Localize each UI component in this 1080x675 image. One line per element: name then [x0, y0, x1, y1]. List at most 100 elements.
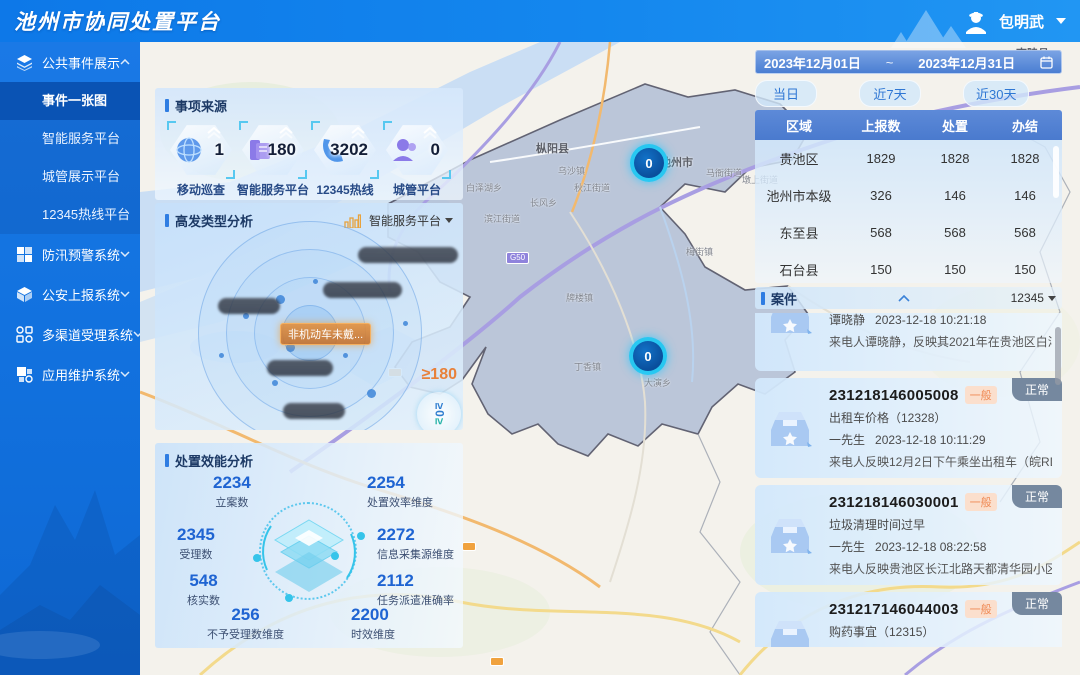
page-title: 池州市协同处置平台: [14, 6, 221, 36]
type-panel-title: 高发类型分析: [165, 211, 253, 230]
case-card[interactable]: 正常 231217146044003 一般 购药事宜（12315）: [755, 592, 1062, 647]
case-description: 来电人谭晓静，反映其2021年在贵池区白洋...: [829, 333, 1052, 350]
circle-node: [285, 594, 293, 602]
map-label: 梅街镇: [686, 245, 713, 258]
cube-icon: [16, 286, 33, 303]
road-badge-g50: G50: [506, 252, 529, 264]
case-title: 垃圾清理时间过早: [829, 516, 1052, 533]
table-scrollbar[interactable]: [1053, 146, 1059, 198]
case-box-icon: [767, 617, 813, 647]
table-row[interactable]: 贵池区1829 18281828: [755, 140, 1062, 177]
eff-stat-verified: 548核实数: [187, 571, 220, 608]
sidebar-submenu: 事件一张图 智能服务平台 城管展示平台 12345热线平台: [0, 82, 140, 234]
mountain-decoration: [0, 445, 140, 675]
case-box-icon: [767, 408, 813, 448]
case-card[interactable]: 正常 231218146030001 一般 垃圾清理时间过早 一先生2023-1…: [755, 485, 1062, 585]
case-id: 231217146044003: [829, 601, 959, 618]
bubble-point: [313, 279, 318, 284]
user-name[interactable]: 包明武: [999, 11, 1044, 32]
map-label: 牌楼镇: [566, 291, 593, 304]
table-row[interactable]: 石台县150 150150: [755, 251, 1062, 283]
case-reporter: 谭晓静: [829, 313, 865, 327]
quick-filter-30days[interactable]: 近30天: [963, 80, 1029, 107]
eff-stat-filed: 2234立案数: [213, 473, 251, 510]
sidebar-group-public-events[interactable]: 公共事件展示: [0, 42, 140, 82]
sidebar-group-app-maintenance[interactable]: 应用维护系统: [0, 354, 140, 394]
map-label: 丁香镇: [574, 360, 601, 373]
col-header-closed: 办结: [991, 116, 1059, 135]
sidebar-group-flood-warning[interactable]: 防汛预警系统: [0, 234, 140, 274]
region-stats-table[interactable]: 区域 上报数 处置 办结 贵池区1829 18281828 池州市本级326 1…: [755, 110, 1062, 283]
user-menu-caret-icon[interactable]: [1056, 18, 1066, 24]
map-label: 乌沙镇: [558, 164, 585, 177]
sidebar-nav: 公共事件展示 事件一张图 智能服务平台 城管展示平台 12345热线平台 防汛预…: [0, 42, 140, 675]
channels-icon: [16, 326, 33, 343]
map-label: 大演乡: [644, 376, 671, 389]
calendar-icon[interactable]: [1040, 56, 1053, 69]
cases-scrollbar[interactable]: [1055, 327, 1061, 385]
redacted-type-label: [267, 360, 333, 376]
col-header-reported: 上报数: [843, 116, 919, 135]
app-header: 池州市协同处置平台 包明武: [0, 0, 1080, 42]
date-separator: ~: [886, 55, 894, 70]
type-analysis-panel: 高发类型分析 智能服务平台 非机动车未戴... ≥180 ≥0≥: [155, 203, 463, 430]
diamond-stack-icon: [249, 492, 369, 612]
cases-list[interactable]: 驾校退费（12328） 谭晓静2023-12-18 10:21:18 来电人谭晓…: [755, 313, 1062, 647]
legend-scale-circle: ≥0≥: [417, 392, 461, 430]
cases-panel: 案件 12345 驾校退费（12328） 谭晓静2023-12-18 10:21…: [755, 287, 1062, 647]
case-card[interactable]: 驾校退费（12328） 谭晓静2023-12-18 10:21:18 来电人谭晓…: [755, 313, 1062, 371]
quick-filter-7days[interactable]: 近7天: [859, 80, 921, 107]
type-source-dropdown[interactable]: 智能服务平台: [369, 212, 453, 229]
dropdown-caret-icon: [1048, 296, 1056, 301]
date-range-bar[interactable]: 2023年12月01日 ~ 2023年12月31日: [755, 50, 1062, 74]
case-time: 2023-12-18 10:21:18: [875, 313, 986, 327]
sidebar-group-police-report[interactable]: 公安上报系统: [0, 274, 140, 314]
table-row[interactable]: 东至县568 568568: [755, 214, 1062, 251]
map-label: 长风乡: [530, 196, 557, 209]
case-level-badge: 一般: [965, 493, 997, 511]
up-chevrons-icon: [422, 127, 438, 139]
dropdown-caret-icon: [445, 218, 453, 223]
quick-filter-today[interactable]: 当日: [755, 80, 817, 107]
case-status-badge: 正常: [1012, 485, 1062, 508]
case-box-icon: [767, 313, 813, 335]
bubble-point: [343, 353, 348, 358]
map-cluster-marker[interactable]: 0: [629, 337, 667, 375]
cases-source-dropdown[interactable]: 12345: [1011, 291, 1056, 305]
col-header-region: 区域: [755, 116, 843, 135]
sidebar-item-smart-service[interactable]: 智能服务平台: [0, 120, 140, 158]
table-row[interactable]: 池州市本级326 146146: [755, 177, 1062, 214]
case-description: 来电人反映贵池区长江北路天都清华园小区4...: [829, 560, 1052, 577]
sidebar-item-12345-hotline[interactable]: 12345热线平台: [0, 196, 140, 234]
map-label: 滨江街道: [484, 212, 520, 225]
efficiency-panel: 处置效能分析 2234立案数 2345受理数 548核实数 256不予受理数维度…: [155, 443, 463, 648]
sidebar-item-city-mgmt[interactable]: 城管展示平台: [0, 158, 140, 196]
map-cluster-marker[interactable]: 0: [630, 144, 668, 182]
table-header-row: 区域 上报数 处置 办结: [755, 110, 1062, 140]
person-icon: [390, 135, 420, 165]
legend-max-value: ≥180: [422, 366, 457, 384]
stat-label: 移动巡查: [165, 181, 237, 198]
sidebar-group-multichannel[interactable]: 多渠道受理系统: [0, 314, 140, 354]
eff-stat-dispatch: 2112任务派遣准确率: [377, 571, 454, 608]
efficiency-panel-title: 处置效能分析: [165, 451, 453, 470]
sources-panel-title: 事项来源: [165, 96, 453, 115]
up-chevrons-icon: [206, 127, 222, 139]
collapse-chevron-icon[interactable]: [898, 295, 910, 302]
road-shield: [490, 657, 504, 666]
grid-icon: [16, 246, 33, 263]
circle-node: [253, 554, 261, 562]
stat-value: 1: [215, 140, 224, 160]
case-card[interactable]: 正常 231218146005008 一般 出租车价格（12328） 一先生20…: [755, 378, 1062, 478]
road-shield: [462, 542, 476, 551]
map-label: 白泽湖乡: [466, 181, 502, 194]
sidebar-item-event-map[interactable]: 事件一张图: [0, 82, 140, 120]
bubble-point: [367, 389, 376, 398]
circle-node: [357, 532, 365, 540]
redacted-type-label: [218, 298, 280, 314]
top-type-tag[interactable]: 非机动车未戴...: [280, 323, 371, 345]
redacted-type-label: [283, 403, 345, 419]
circle-node: [331, 552, 339, 560]
cases-panel-title: 案件: [761, 289, 797, 308]
date-end: 2023年12月31日: [918, 53, 1015, 72]
